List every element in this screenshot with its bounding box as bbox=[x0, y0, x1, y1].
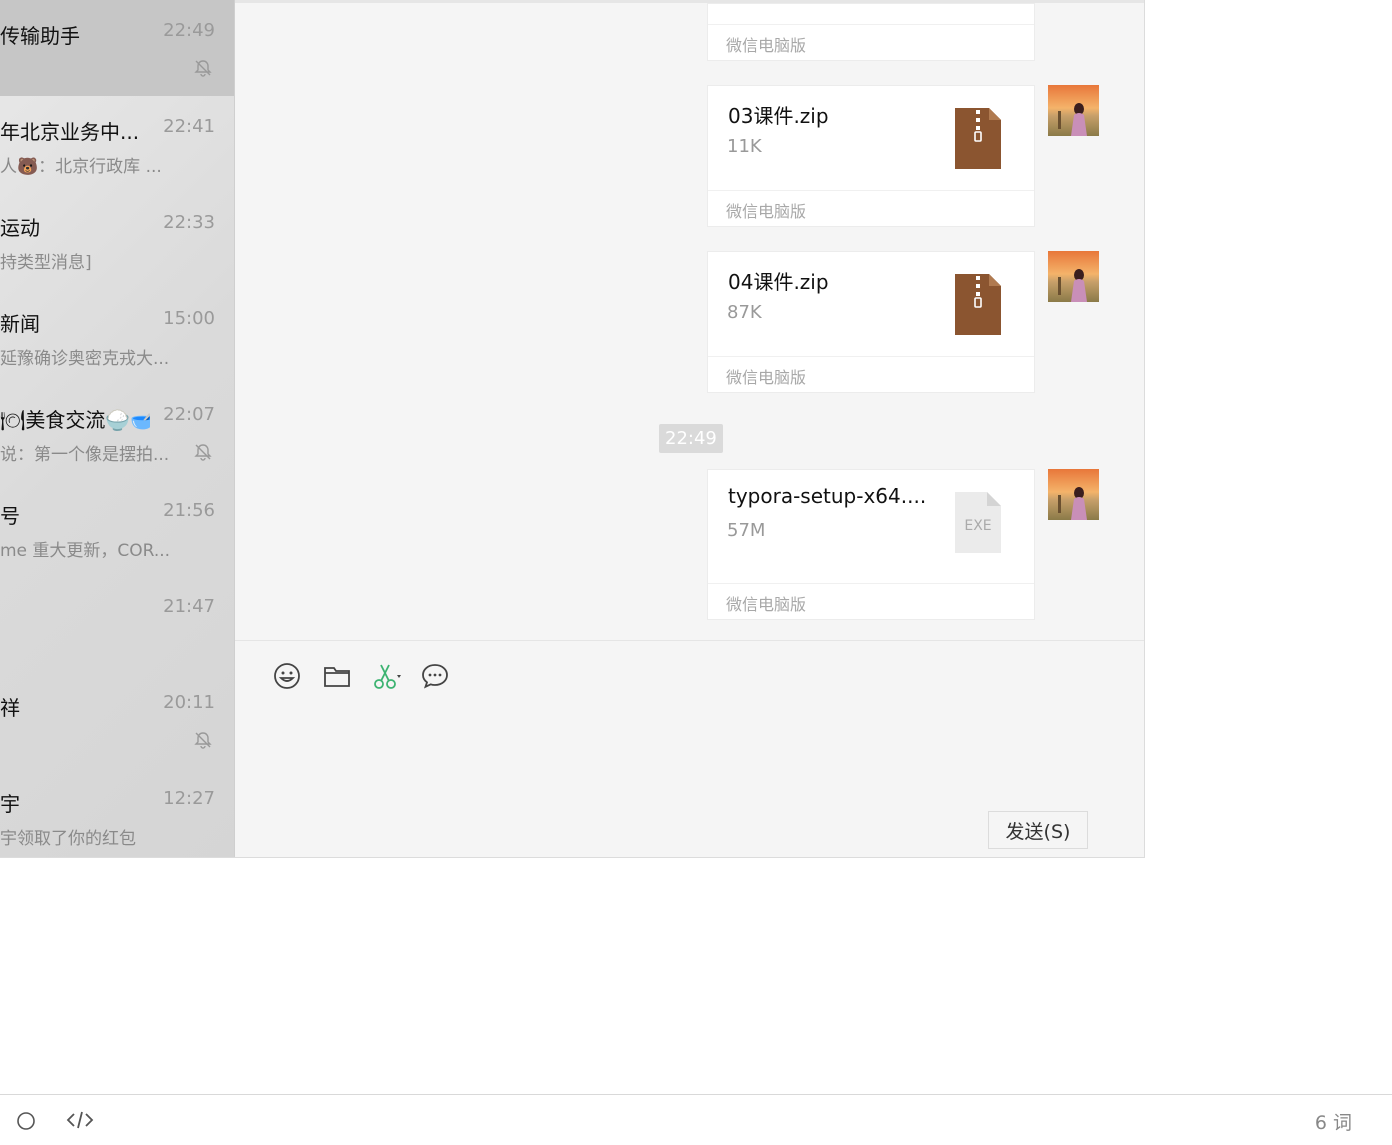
message-area: 微信电脑版 03课件.zip 11K 微信电脑版 04课件.zip 87K 微信… bbox=[235, 0, 1144, 640]
avatar[interactable] bbox=[1048, 251, 1099, 302]
file-size: 87K bbox=[727, 302, 762, 323]
zip-file-icon bbox=[955, 108, 1001, 169]
file-name: 04课件.zip bbox=[728, 270, 829, 294]
file-card-footer: 微信电脑版 bbox=[708, 190, 1034, 226]
conversation-item[interactable]: 宇 12:27 宇领取了你的红包 bbox=[0, 768, 234, 857]
conversation-preview: 说：第一个像是摆拍... bbox=[0, 445, 170, 465]
conversation-item[interactable]: 号 21:56 me 重大更新，COR... bbox=[0, 480, 234, 576]
conversation-item[interactable]: 祥 20:11 bbox=[0, 672, 234, 768]
conversation-time: 15:00 bbox=[163, 308, 215, 329]
file-message-card[interactable]: 微信电脑版 bbox=[707, 3, 1035, 61]
conversation-list: 传输助手 22:49 年北京业务中... 22:41 人🐻：北京行政库 ... … bbox=[0, 0, 235, 857]
file-message-card[interactable]: 03课件.zip 11K 微信电脑版 bbox=[707, 85, 1035, 227]
conversation-time: 12:27 bbox=[163, 788, 215, 809]
conversation-name: 年北京业务中... bbox=[0, 120, 140, 144]
circle-icon[interactable] bbox=[16, 1111, 36, 1131]
mute-bell-icon bbox=[194, 60, 212, 77]
file-message-card[interactable]: 04课件.zip 87K 微信电脑版 bbox=[707, 251, 1035, 393]
conversation-name: 运动 bbox=[0, 216, 40, 240]
conversation-item[interactable]: 🍽美食交流🍚🥣 22:07 说：第一个像是摆拍... bbox=[0, 384, 234, 480]
message-input-area[interactable]: 发送(S) bbox=[235, 640, 1144, 857]
conversation-time: 22:07 bbox=[163, 404, 215, 425]
file-size: 11K bbox=[727, 136, 762, 157]
code-icon[interactable] bbox=[66, 1109, 94, 1131]
avatar[interactable] bbox=[1048, 85, 1099, 136]
conversation-name: 新闻 bbox=[0, 312, 40, 336]
scissors-icon[interactable] bbox=[371, 661, 405, 691]
conversation-preview: 持类型消息] bbox=[0, 253, 92, 273]
conversation-item[interactable]: 年北京业务中... 22:41 人🐻：北京行政库 ... bbox=[0, 96, 234, 192]
emoji-icon[interactable] bbox=[272, 661, 302, 691]
conversation-time: 21:56 bbox=[163, 500, 215, 521]
conversation-time: 21:47 bbox=[163, 596, 215, 617]
conversation-preview: 宇领取了你的红包 bbox=[0, 829, 136, 849]
conversation-preview: me 重大更新，COR... bbox=[0, 541, 170, 561]
conversation-preview: 延豫确诊奥密克戎大... bbox=[0, 349, 170, 369]
conversation-item[interactable]: 新闻 15:00 延豫确诊奥密克戎大... bbox=[0, 288, 234, 384]
conversation-time: 20:11 bbox=[163, 692, 215, 713]
conversation-item[interactable]: 传输助手 22:49 bbox=[0, 0, 234, 96]
conversation-item[interactable]: 21:47 bbox=[0, 576, 234, 672]
conversation-time: 22:49 bbox=[163, 20, 215, 41]
file-card-footer: 微信电脑版 bbox=[708, 356, 1034, 392]
file-source: 微信电脑版 bbox=[726, 202, 807, 221]
message-timestamp: 22:49 bbox=[659, 424, 723, 453]
wechat-window: 传输助手 22:49 年北京业务中... 22:41 人🐻：北京行政库 ... … bbox=[0, 0, 1145, 858]
exe-file-icon: EXE bbox=[955, 492, 1001, 553]
conversation-time: 22:41 bbox=[163, 116, 215, 137]
conversation-time: 22:33 bbox=[163, 212, 215, 233]
chat-bubble-icon[interactable] bbox=[420, 661, 450, 691]
conversation-name: 祥 bbox=[0, 696, 20, 720]
file-message-card[interactable]: typora-setup-x64.... 57M EXE 微信电脑版 bbox=[707, 469, 1035, 620]
file-card-footer: 微信电脑版 bbox=[708, 583, 1034, 619]
file-source: 微信电脑版 bbox=[726, 36, 807, 55]
send-button[interactable]: 发送(S) bbox=[988, 811, 1088, 849]
file-card-footer: 微信电脑版 bbox=[708, 24, 1034, 60]
conversation-item[interactable]: 运动 22:33 持类型消息] bbox=[0, 192, 234, 288]
file-name: 03课件.zip bbox=[728, 104, 829, 128]
conversation-preview: 人🐻：北京行政库 ... bbox=[0, 157, 162, 177]
file-source: 微信电脑版 bbox=[726, 595, 807, 614]
avatar[interactable] bbox=[1048, 469, 1099, 520]
conversation-name: 🍽美食交流🍚🥣 bbox=[0, 408, 150, 432]
word-count: 6 词 bbox=[1314, 1112, 1352, 1134]
file-size: 57M bbox=[727, 520, 766, 541]
exe-label: EXE bbox=[964, 518, 991, 534]
conversation-name: 传输助手 bbox=[0, 24, 80, 48]
conversation-name: 宇 bbox=[0, 792, 20, 816]
mute-bell-icon bbox=[194, 732, 212, 749]
mute-bell-icon bbox=[194, 444, 212, 461]
status-bar: 6 词 bbox=[0, 1094, 1392, 1145]
zip-file-icon bbox=[955, 274, 1001, 335]
file-name: typora-setup-x64.... bbox=[728, 484, 927, 508]
folder-icon[interactable] bbox=[322, 661, 352, 691]
file-source: 微信电脑版 bbox=[726, 368, 807, 387]
conversation-name: 号 bbox=[0, 504, 20, 528]
